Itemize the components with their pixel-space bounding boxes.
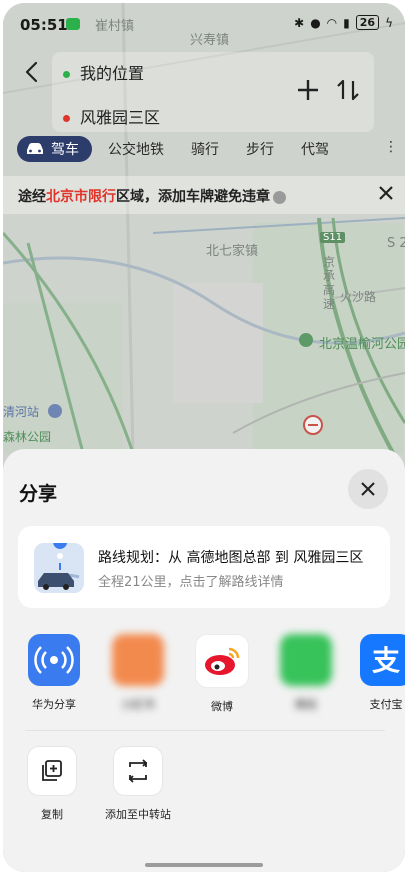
bluetooth-icon: ✱	[294, 15, 305, 30]
wechat-icon	[280, 634, 332, 686]
alipay-label: 支付宝	[369, 698, 403, 711]
huawei-share-icon	[28, 634, 80, 686]
chevron-right-icon	[273, 190, 286, 204]
battery-level: 26	[359, 16, 376, 29]
tab-drive[interactable]: 驾车	[17, 136, 92, 162]
status-bar: 05:51 ✱ ● ◠ ▮ 26 ϟ	[3, 3, 405, 43]
origin-field[interactable]: 我的位置	[63, 60, 144, 84]
banner-prefix: 途经	[18, 189, 46, 205]
battery-icon: 26	[355, 15, 380, 30]
share-card-subtitle: 全程21公里，点击了解路线详情	[98, 575, 284, 590]
weibo-icon	[195, 634, 249, 688]
wifi-icon: ◠	[326, 15, 338, 30]
share-preview-card[interactable]: 路线规划：从 高德地图总部 到 风雅园三区 全程21公里，点击了解路线详情	[18, 526, 390, 608]
xiaohongshu-label: 小红书	[121, 698, 155, 711]
route-thumbnail	[34, 543, 84, 593]
transport-mode-tabs: 驾车 公交地铁 骑行 步行 代驾	[17, 136, 356, 162]
destination-dot-icon	[63, 115, 70, 122]
share-app-alipay[interactable]: 支 支付宝	[351, 634, 405, 712]
share-sheet: 分享 路线规划：从 高德地图总部 到 风雅园三区 全程21公里，点击了解路线详情…	[3, 449, 405, 872]
tab-drive-label: 驾车	[51, 142, 79, 158]
banner-highlight: 北京市限行	[46, 189, 116, 205]
map-label-wenyuhe-park: 北京温榆河公园	[319, 337, 405, 352]
banner-close-icon[interactable]	[376, 183, 396, 203]
route-map-car-icon	[34, 543, 84, 593]
charging-icon: ϟ	[385, 15, 393, 30]
tab-walking[interactable]: 步行	[246, 139, 274, 159]
tab-chauffeur[interactable]: 代驾	[301, 139, 329, 159]
add-waypoint-icon[interactable]	[295, 77, 321, 103]
svg-text:支: 支	[372, 644, 400, 677]
map-label-forest-park: 森林公园	[3, 430, 52, 444]
share-close-button[interactable]	[348, 469, 388, 509]
transfer-station-icon	[113, 746, 163, 796]
status-icons: ✱ ● ◠ ▮ 26 ϟ	[294, 15, 393, 30]
banner-suffix: 区域，添加车牌避免违章	[116, 189, 270, 205]
map-label-jingcheng: 京承高速	[323, 255, 336, 311]
origin-dot-icon	[63, 71, 70, 78]
tab-transit[interactable]: 公交地铁	[108, 139, 164, 159]
huawei-share-label: 华为分享	[32, 698, 76, 711]
destination-field[interactable]: 风雅园三区	[63, 104, 160, 128]
status-time: 05:51	[20, 16, 68, 34]
share-app-wechat[interactable]: 微信	[271, 634, 341, 712]
swap-route-icon[interactable]	[335, 77, 361, 103]
xiaohongshu-icon	[112, 634, 164, 686]
map-label-qinghe-station: 清河站	[3, 405, 40, 419]
share-app-huawei-share[interactable]: 华为分享	[19, 634, 89, 712]
phone-screen: 崔村镇 兴寿镇 北七家镇 S11 京承高速 火沙路 S 2 北京温榆河公园 清河…	[3, 3, 405, 872]
wechat-label: 微信	[295, 698, 317, 711]
share-title: 分享	[19, 483, 58, 505]
destination-label: 风雅园三区	[80, 108, 161, 127]
add-to-transfer-station-action[interactable]: 添加至中转站	[98, 746, 178, 822]
app-notification-icon	[66, 18, 80, 30]
home-indicator[interactable]	[145, 863, 263, 867]
transfer-station-label: 添加至中转站	[105, 808, 171, 821]
copy-icon	[27, 746, 77, 796]
location-icon: ●	[310, 15, 321, 30]
more-modes-icon[interactable]: ⋮	[384, 139, 398, 155]
back-arrow-icon[interactable]	[19, 59, 45, 85]
share-card-title: 路线规划：从 高德地图总部 到 风雅园三区	[98, 550, 364, 566]
share-app-weibo[interactable]: 微博	[187, 634, 257, 714]
weibo-label: 微博	[211, 700, 233, 713]
restriction-banner[interactable]: 途经北京市限行区域，添加车牌避免违章	[3, 176, 405, 214]
tab-cycling[interactable]: 骑行	[191, 139, 219, 159]
copy-action[interactable]: 复制	[27, 746, 77, 822]
close-icon	[361, 482, 375, 496]
car-icon	[27, 143, 43, 154]
map-label-s2: S 2	[387, 236, 405, 251]
restriction-text: 途经北京市限行区域，添加车牌避免违章	[18, 186, 286, 206]
share-divider	[25, 730, 385, 731]
origin-label: 我的位置	[80, 64, 145, 83]
sim-icon: ▮	[343, 15, 350, 30]
map-label-beiqijia: 北七家镇	[206, 244, 259, 259]
map-label-s11: S11	[320, 232, 346, 243]
alipay-icon: 支	[360, 634, 405, 686]
share-app-xiaohongshu[interactable]: 小红书	[103, 634, 173, 712]
map-label-huoshalu: 火沙路	[340, 290, 377, 304]
copy-label: 复制	[41, 808, 63, 821]
